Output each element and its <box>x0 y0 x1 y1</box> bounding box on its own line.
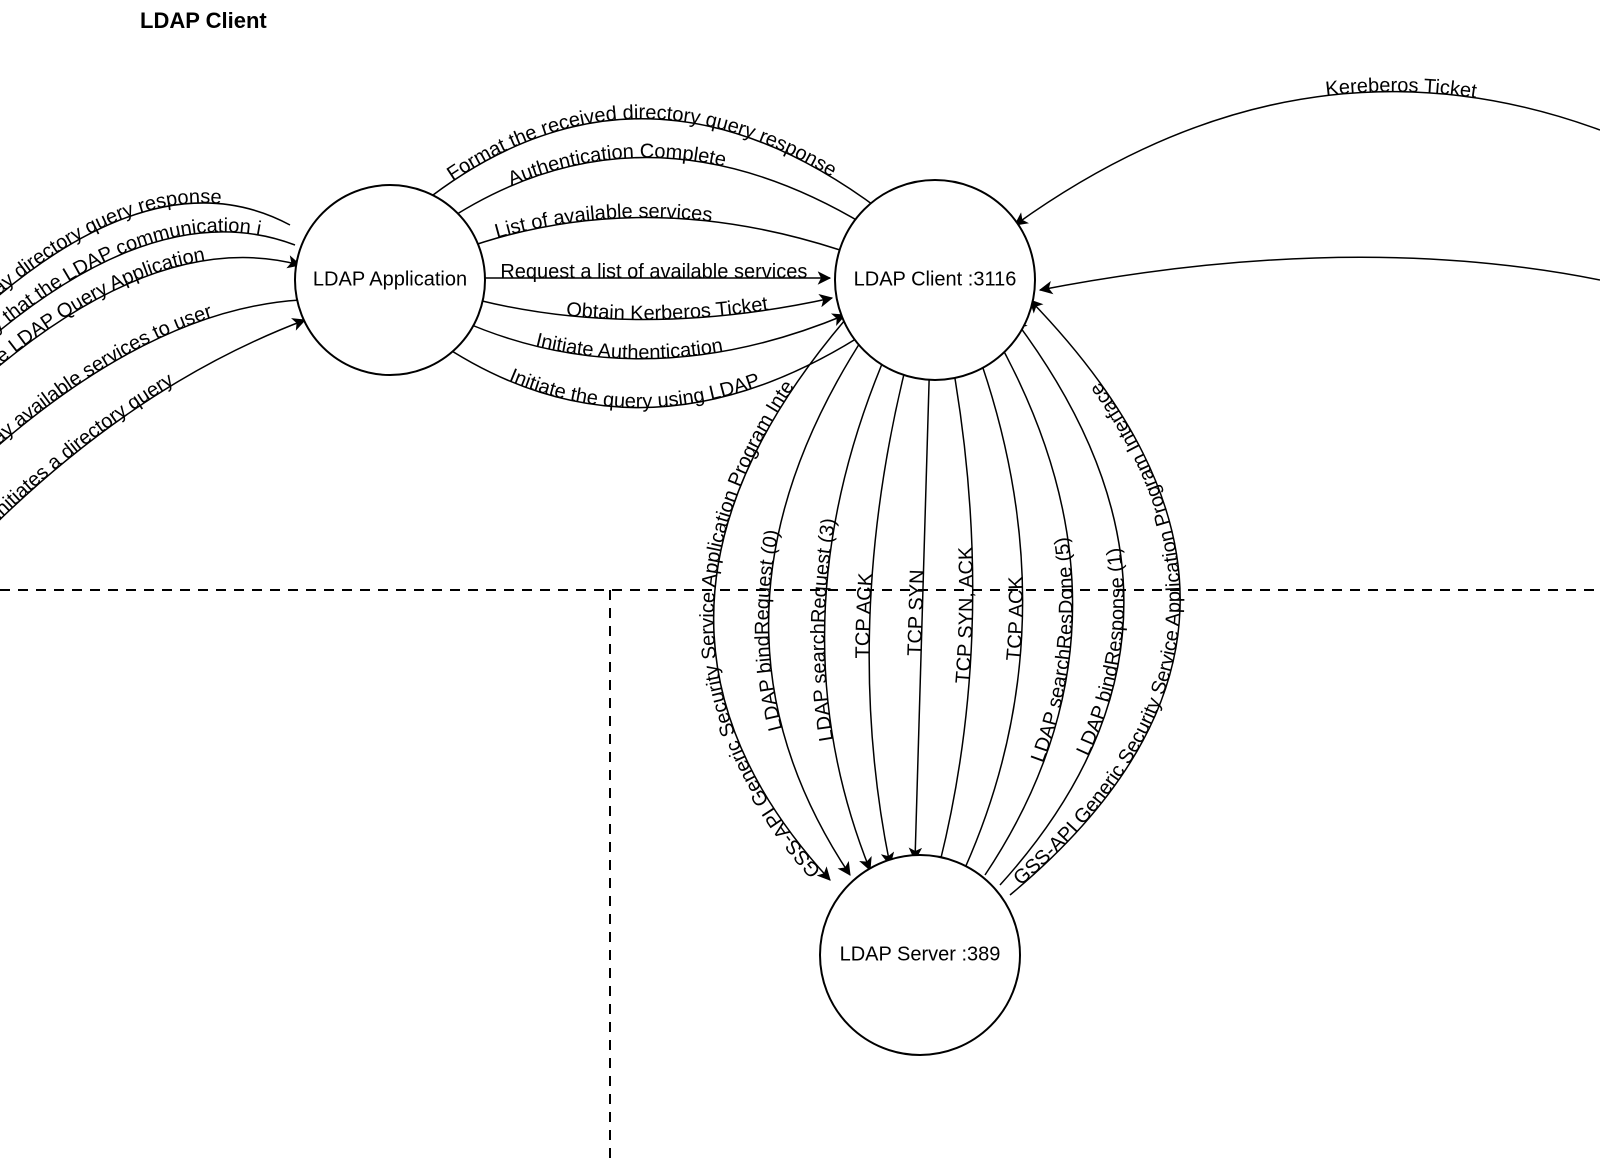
svg-text:Authentication Complete: Authentication Complete <box>505 140 728 190</box>
edge-ldap-searchresdone: LDAP searchResDone (5) <box>985 335 1078 875</box>
svg-text:Obtain Kerberos Ticket: Obtain Kerberos Ticket <box>565 293 769 325</box>
svg-text:LDAP bindRequest (0): LDAP bindRequest (0) <box>752 528 788 733</box>
edge-request-list-services: Request a list of available services <box>483 261 830 283</box>
edge-invoke-query-app: Invoke LDAP Query Application <box>0 244 300 400</box>
svg-text:Initiate Authentication: Initiate Authentication <box>534 329 725 363</box>
edge-user-initiates-query: User initiates a directory query <box>0 320 305 560</box>
svg-text:LDAP searchResDone (5): LDAP searchResDone (5) <box>1027 536 1078 765</box>
svg-text:User initiates a directory que: User initiates a directory query <box>0 369 177 557</box>
node-ldap-application: LDAP Application <box>295 185 485 375</box>
node-ldap-server: LDAP Server :389 <box>820 855 1020 1055</box>
svg-text:Kereberos Ticket: Kereberos Ticket <box>1324 75 1478 103</box>
edge-list-services: List of available services <box>460 200 840 250</box>
svg-text:Initiate the query using LDAP: Initiate the query using LDAP <box>506 365 762 413</box>
svg-text:LDAP searchRequest (3): LDAP searchRequest (3) <box>808 516 841 743</box>
svg-text:Request a list of available se: Request a list of available services <box>500 261 807 283</box>
edge-tcp-syn: TCP SYN <box>904 350 930 860</box>
edge-gss-api-right: GSS-API Generic Security Service Applica… <box>1009 300 1185 895</box>
svg-text:LDAP Application: LDAP Application <box>313 268 467 290</box>
edge-kerberos-ticket: Kereberos Ticket <box>1015 75 1600 225</box>
edge-obtain-kerberos-ticket: Obtain Kerberos Ticket <box>478 293 832 325</box>
diagram-title: LDAP Client <box>140 8 267 33</box>
svg-text:TCP SYN: TCP SYN <box>904 569 929 656</box>
svg-text:TCP SYN, ACK: TCP SYN, ACK <box>952 546 978 685</box>
edge-tcp-syn-ack: TCP SYN, ACK <box>940 350 978 862</box>
node-ldap-client: LDAP Client :3116 <box>835 180 1035 380</box>
svg-text:TCP ACK: TCP ACK <box>852 572 877 659</box>
svg-text:List of available services: List of available services <box>492 200 713 242</box>
edge-tcp-ack-1: TCP ACK <box>852 350 910 865</box>
svg-text:GSS-API Generic Security Servi: GSS-API Generic Security Service Applica… <box>1009 379 1185 890</box>
edge-program-inte: Initiate the query using LDAP <box>1040 257 1600 290</box>
diagram-canvas: LDAP Client Display directory query resp… <box>0 0 1600 1162</box>
svg-text:LDAP Client :3116: LDAP Client :3116 <box>854 268 1017 290</box>
svg-text:LDAP bindResponse (1): LDAP bindResponse (1) <box>1072 546 1128 759</box>
svg-text:TCP ACK: TCP ACK <box>1003 575 1028 661</box>
svg-text:LDAP Server :389: LDAP Server :389 <box>840 943 1001 965</box>
